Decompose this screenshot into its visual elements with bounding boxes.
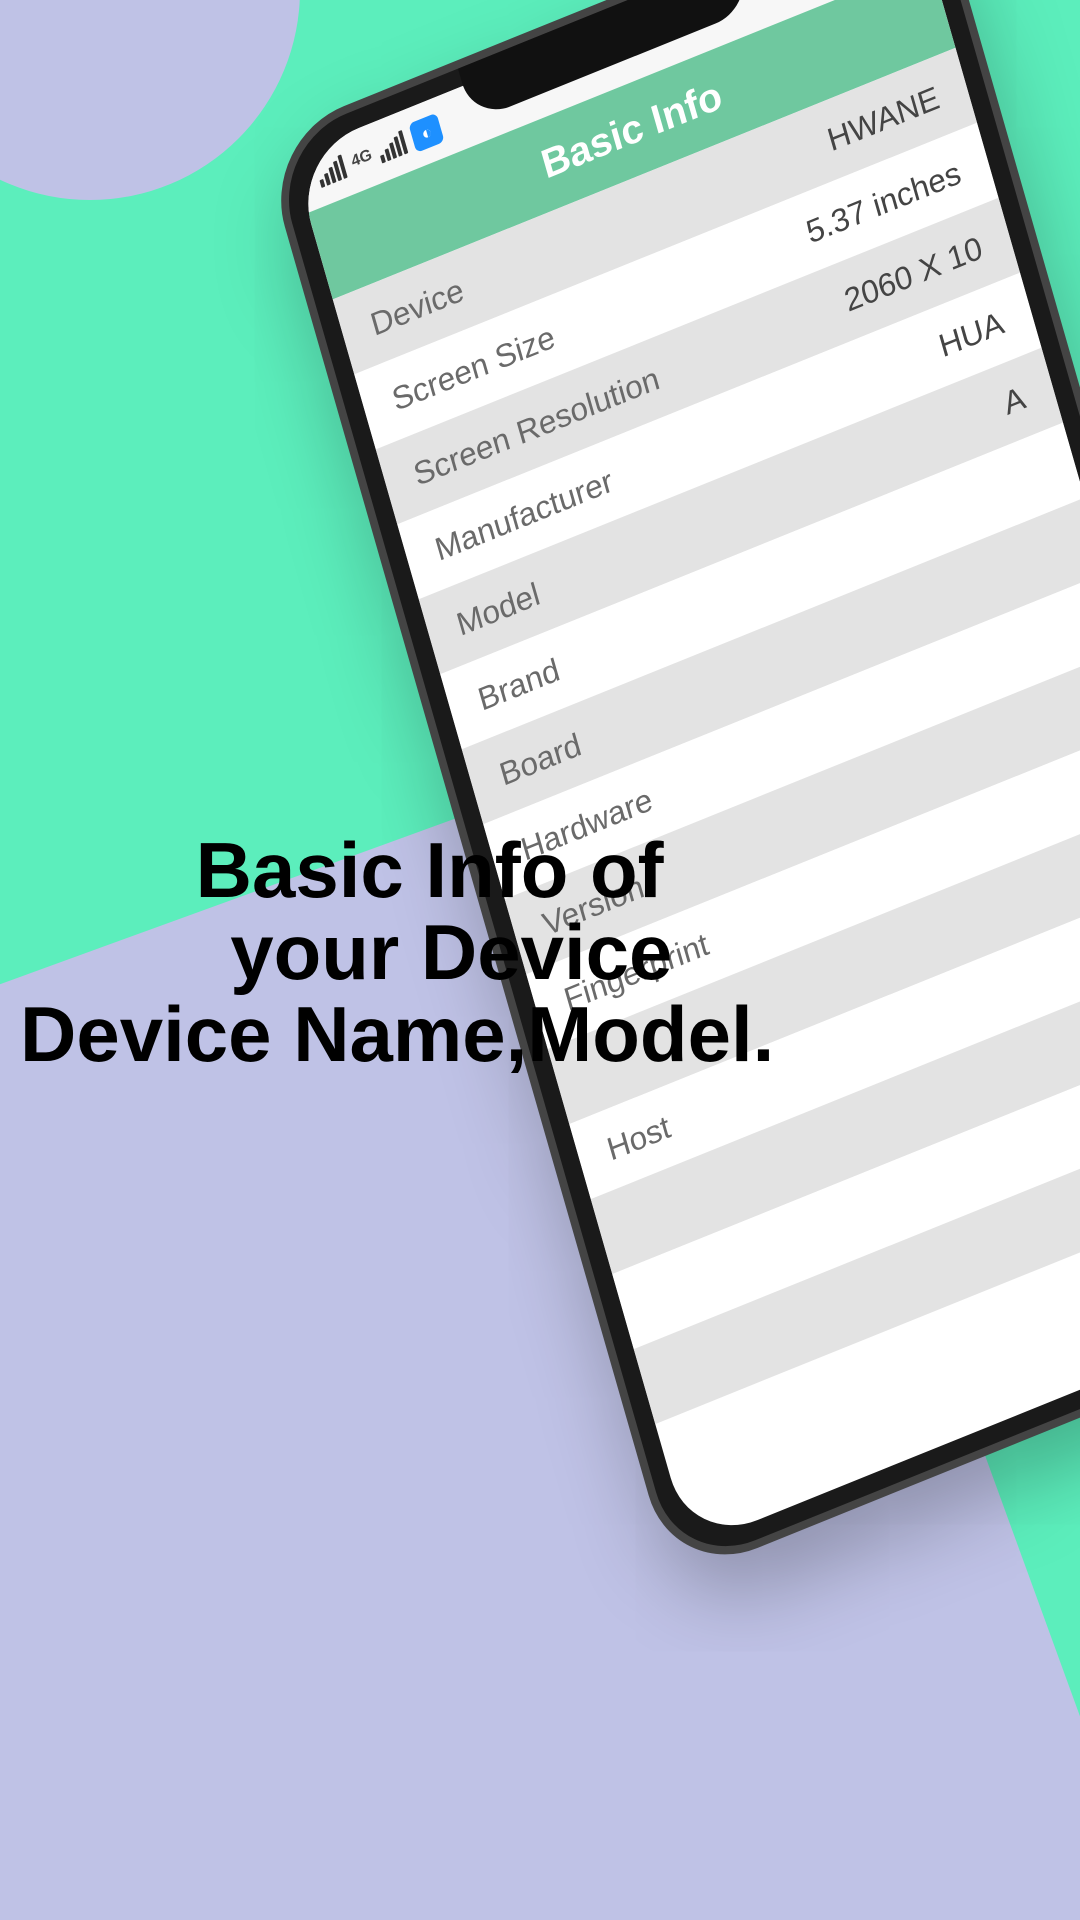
info-row-label: Device	[366, 271, 467, 343]
info-row-label: Model	[452, 575, 543, 643]
info-row-value: HUA	[935, 304, 1008, 365]
promo-headline: Basic Info of your Device Device Name,Mo…	[20, 830, 774, 1076]
decor-circle	[0, 0, 300, 200]
signal-icon	[376, 130, 409, 164]
alarm-icon: ⏰	[774, 0, 807, 3]
promo-canvas: Basic Info of your Device Device Name,Mo…	[0, 0, 1080, 1920]
signal-icon	[315, 154, 348, 188]
app-icon: ◐	[409, 113, 445, 153]
info-row-label: Brand	[474, 651, 564, 719]
info-row-label: Board	[495, 726, 585, 794]
info-row-label: Host	[603, 1108, 675, 1168]
info-row-value: A	[999, 379, 1029, 423]
network-indicator: 4G	[349, 146, 374, 171]
